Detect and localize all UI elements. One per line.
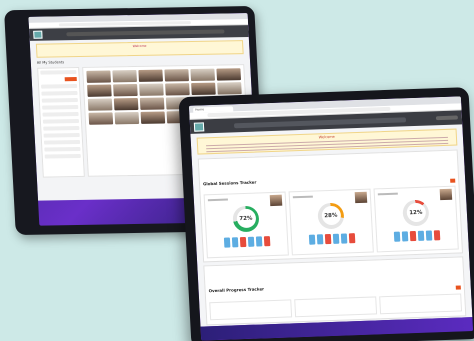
filter-field[interactable] [41, 91, 78, 96]
filter-button[interactable] [64, 77, 77, 82]
filter-field[interactable] [40, 70, 77, 75]
student-cards: 72% 28% 12% [203, 185, 459, 259]
student-photo[interactable] [165, 83, 190, 96]
student-photo[interactable] [112, 69, 137, 83]
session-stat-box [316, 233, 324, 244]
back-app-logo[interactable] [33, 30, 43, 39]
student-photo[interactable] [164, 69, 190, 82]
filter-field[interactable] [43, 125, 80, 131]
front-tablet-screen: Home Welcome Global Sessions Tracker 72%… [188, 96, 474, 341]
student-photo[interactable] [139, 83, 164, 96]
student-avatar [269, 194, 283, 207]
session-stat-box [247, 236, 255, 247]
student-photo[interactable] [191, 82, 216, 96]
session-stat-box [308, 234, 316, 245]
session-stats [210, 235, 284, 248]
student-photo[interactable] [114, 111, 140, 125]
session-stat-box [417, 230, 425, 241]
progress-column [209, 299, 293, 321]
student-photo[interactable] [113, 97, 139, 111]
session-stat-box [433, 229, 441, 240]
user-menu[interactable] [435, 115, 459, 121]
student-card[interactable]: 72% [203, 191, 289, 259]
session-stat-box [409, 230, 417, 241]
progress-column [379, 293, 463, 315]
student-avatar [354, 191, 368, 204]
back-search-input[interactable] [66, 29, 225, 37]
student-photo[interactable] [217, 82, 242, 95]
filter-field[interactable] [44, 153, 81, 159]
student-photo[interactable] [140, 111, 166, 124]
student-photo[interactable] [139, 97, 165, 110]
progress-percent: 12% [405, 202, 426, 223]
progress-column [294, 296, 378, 318]
progress-columns [209, 293, 463, 321]
session-stat-box [223, 237, 231, 248]
filter-field[interactable] [42, 105, 79, 110]
back-page-title: All My Students [36, 60, 65, 65]
front-search-input[interactable] [233, 116, 407, 128]
student-photo[interactable] [88, 112, 114, 125]
filter-field[interactable] [43, 139, 81, 145]
student-photo[interactable] [87, 84, 112, 97]
filter-field[interactable] [44, 146, 81, 152]
session-stat-box [255, 235, 263, 247]
progress-donut: 28% [317, 202, 345, 229]
session-stats [295, 232, 369, 245]
back-welcome-notice: Welcome [35, 40, 244, 58]
session-stat-box [239, 236, 247, 247]
session-stat-box [393, 231, 401, 242]
session-stat-box [401, 230, 409, 241]
student-avatar [439, 188, 453, 201]
filter-field[interactable] [40, 84, 78, 89]
session-stats [380, 229, 454, 242]
session-stat-box [324, 233, 332, 244]
student-card[interactable]: 12% [373, 185, 459, 253]
panel-action-button[interactable] [455, 285, 461, 290]
student-photo[interactable] [216, 68, 242, 81]
progress-percent: 72% [235, 208, 256, 229]
front-app-logo[interactable] [193, 121, 205, 132]
progress-donut: 12% [402, 199, 430, 226]
student-photo[interactable] [87, 98, 113, 111]
session-stat-box [332, 233, 340, 244]
session-stat-box [348, 232, 356, 243]
session-stat-box [263, 235, 271, 246]
progress-tracker-panel: Overall Progress Tracker [203, 256, 467, 326]
student-photo[interactable] [138, 69, 163, 82]
session-stat-box [231, 236, 239, 247]
student-photo[interactable] [86, 70, 111, 83]
student-photo[interactable] [113, 83, 138, 97]
back-filter-panel [37, 67, 85, 178]
panel-action-button[interactable] [450, 178, 456, 183]
back-app-header [29, 25, 249, 41]
sessions-tracker-panel: Global Sessions Tracker 72% 28% 12% [197, 149, 464, 263]
filter-field[interactable] [42, 118, 80, 124]
session-stat-box [340, 232, 348, 244]
front-browser-window: Home Welcome Global Sessions Tracker 72%… [188, 96, 473, 327]
front-tablet: Home Welcome Global Sessions Tracker 72%… [178, 87, 474, 341]
progress-donut: 72% [232, 204, 260, 232]
student-photo[interactable] [190, 68, 216, 82]
filter-field[interactable] [42, 111, 79, 117]
student-card[interactable]: 28% [288, 188, 374, 256]
progress-percent: 28% [320, 205, 341, 226]
session-stat-box [425, 229, 433, 241]
back-notice-heading: Welcome [132, 43, 147, 49]
filter-field[interactable] [41, 98, 78, 103]
filter-field[interactable] [43, 132, 80, 138]
